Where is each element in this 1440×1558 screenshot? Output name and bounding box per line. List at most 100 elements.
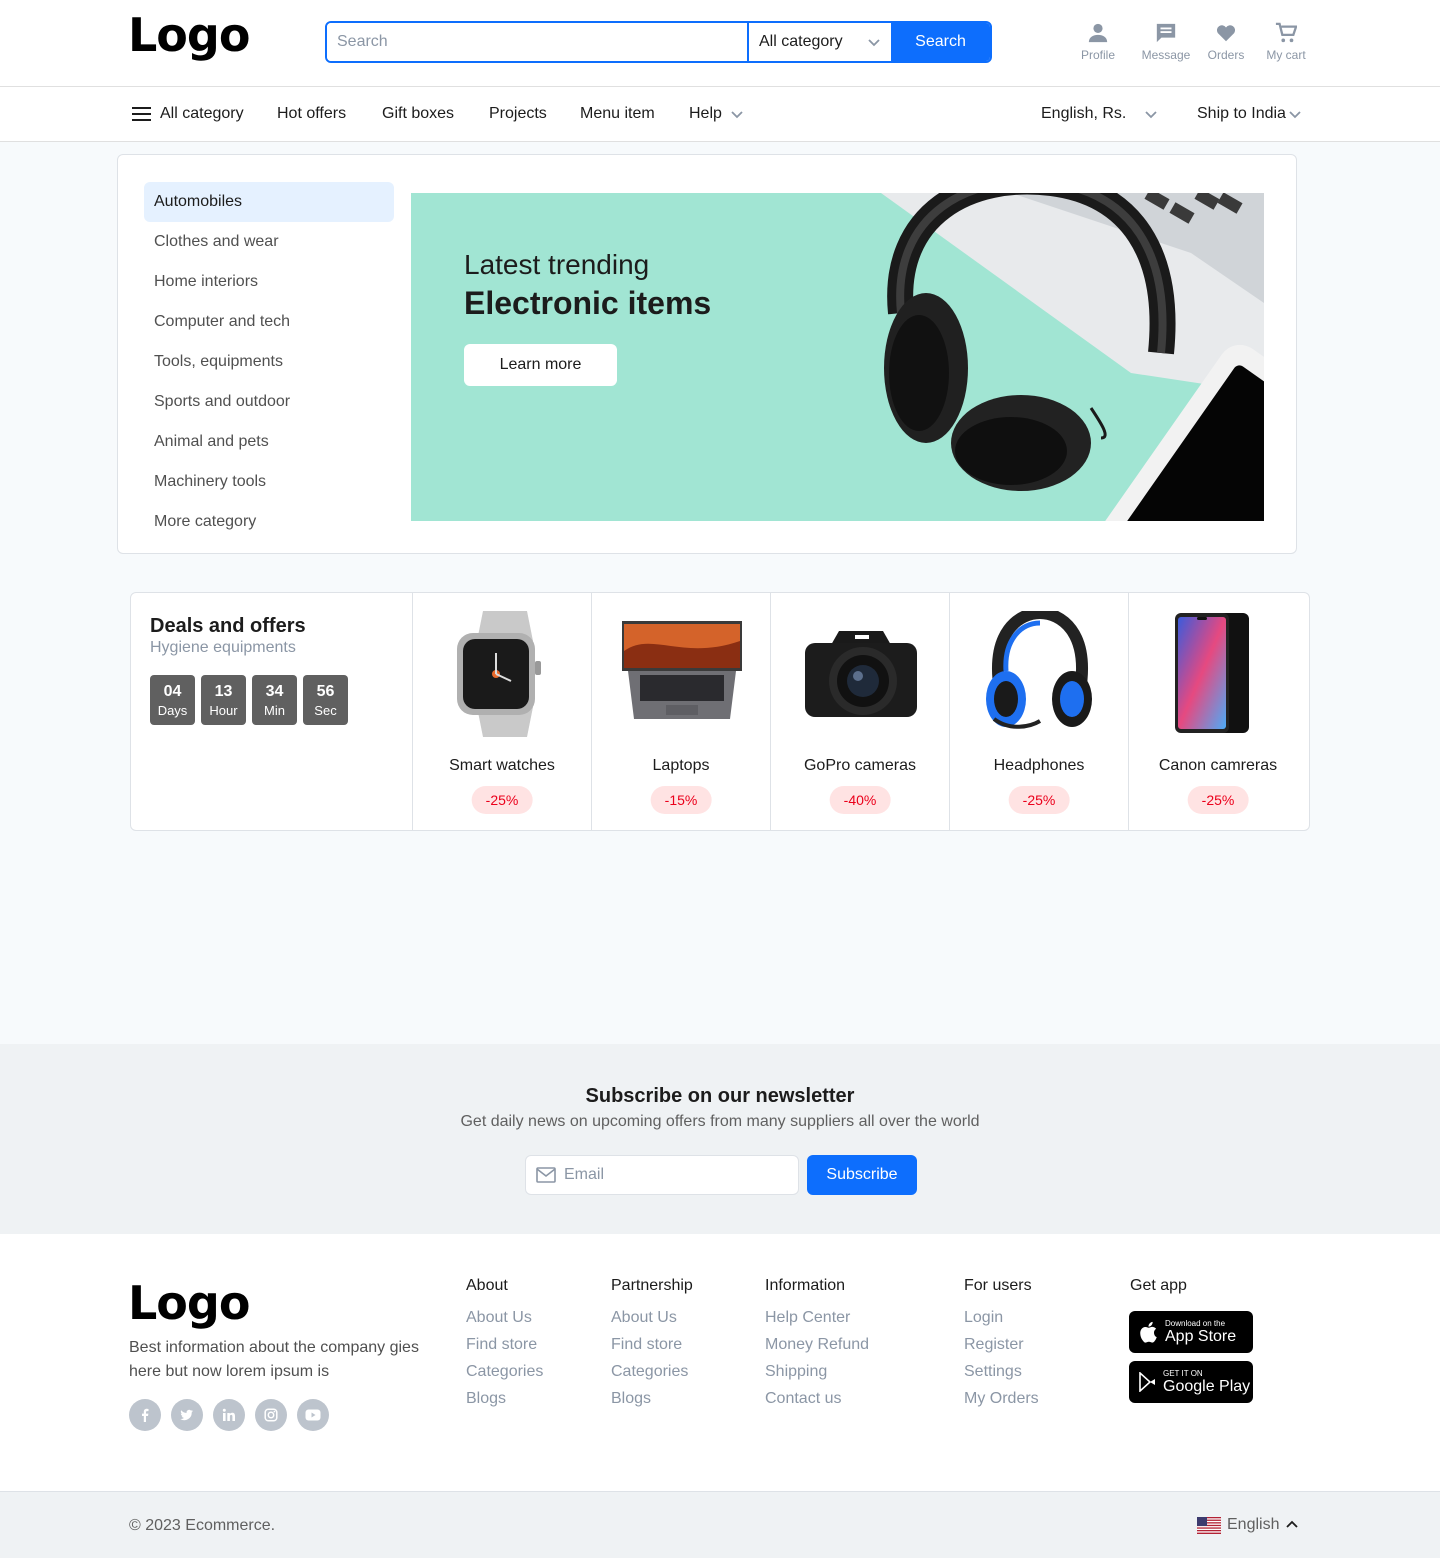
banner-title: Electronic items — [464, 285, 712, 321]
deal-item-name: Headphones — [993, 757, 1085, 774]
deal-item[interactable]: Laptops -15% — [591, 593, 770, 830]
newsletter-section: Subscribe on our newsletter Get daily ne… — [0, 1044, 1440, 1234]
headphones-image — [986, 611, 1092, 729]
email-placeholder: Email — [564, 1166, 605, 1183]
footer-link[interactable]: Categories — [466, 1363, 543, 1390]
timer-label: Sec — [314, 703, 337, 718]
category-item[interactable]: Animal and pets — [144, 422, 394, 462]
smartwatch-image — [457, 611, 541, 737]
footer-column-information: Information Help Center Money Refund Shi… — [765, 1277, 869, 1417]
social-links — [129, 1399, 329, 1431]
youtube-icon[interactable] — [297, 1399, 329, 1431]
mail-icon — [536, 1167, 556, 1183]
logo[interactable]: Logo — [128, 8, 250, 62]
footer-link[interactable]: Register — [964, 1336, 1039, 1363]
ship-to-select[interactable]: Ship to India — [1197, 105, 1302, 123]
category-item[interactable]: More category — [144, 502, 394, 542]
category-item[interactable]: Tools, equipments — [144, 342, 394, 382]
nav-menu-item[interactable]: Menu item — [580, 105, 655, 123]
twitter-icon[interactable] — [171, 1399, 203, 1431]
orders-link[interactable]: Orders — [1206, 22, 1246, 62]
app-store-small-label: Download on the — [1165, 1318, 1226, 1328]
deal-item-name: Smart watches — [449, 757, 555, 774]
deals-title: Deals and offers — [150, 615, 306, 637]
footer-link[interactable]: Money Refund — [765, 1336, 869, 1363]
search-input[interactable] — [327, 23, 747, 61]
apple-icon — [1140, 1321, 1157, 1343]
footer-column-title: Get app — [1130, 1277, 1187, 1294]
footer-link[interactable]: Login — [964, 1309, 1039, 1336]
linkedin-icon[interactable] — [213, 1399, 245, 1431]
chevron-up-icon — [1286, 1520, 1299, 1528]
profile-link[interactable]: Profile — [1078, 22, 1118, 62]
footer-link[interactable]: Find store — [466, 1336, 543, 1363]
footer-link[interactable]: Find store — [611, 1336, 693, 1363]
banner-subtitle: Latest trending — [464, 249, 650, 280]
category-item[interactable]: Clothes and wear — [144, 222, 394, 262]
deals-section: Deals and offers Hygiene equipments 04 Da… — [130, 592, 1310, 831]
language-select[interactable]: English — [1197, 1516, 1299, 1534]
footer-link[interactable]: About Us — [611, 1309, 693, 1336]
timer-label: Days — [157, 703, 188, 718]
camera-image — [805, 631, 917, 717]
app-store-button[interactable]: Download on the App Store — [1129, 1311, 1253, 1353]
language-currency-label: English, Rs. — [1041, 105, 1127, 122]
footer-link[interactable]: My Orders — [964, 1390, 1039, 1417]
footer-logo[interactable]: Logo — [128, 1276, 250, 1330]
hero-section: Automobiles Clothes and wear Home interi… — [117, 154, 1297, 554]
google-play-button[interactable]: GET IT ON Google Play — [1129, 1361, 1253, 1403]
nav-projects[interactable]: Projects — [489, 105, 547, 123]
category-item[interactable]: Sports and outdoor — [144, 382, 394, 422]
language-currency-select[interactable]: English, Rs. — [1041, 105, 1158, 123]
footer-column-title: Partnership — [611, 1277, 693, 1294]
footer-link[interactable]: Blogs — [466, 1390, 543, 1417]
discount-badge: -25% — [1008, 786, 1070, 814]
email-field[interactable]: Email — [525, 1155, 799, 1195]
search-bar: All category Search — [325, 21, 992, 63]
category-item[interactable]: Home interiors — [144, 262, 394, 302]
chevron-down-icon — [731, 111, 743, 119]
category-item[interactable]: Automobiles — [144, 182, 394, 222]
discount-badge: -40% — [829, 786, 891, 814]
us-flag-icon — [1197, 1516, 1221, 1534]
google-play-icon — [1139, 1372, 1155, 1392]
nav-help[interactable]: Help — [689, 105, 744, 123]
timer-value: 56 — [316, 683, 335, 700]
deal-item[interactable]: Canon camreras -25% — [1128, 593, 1307, 830]
deal-item[interactable]: Smart watches -25% — [412, 593, 591, 830]
timer-days: 04 Days — [150, 675, 195, 725]
footer-link[interactable]: About Us — [466, 1309, 543, 1336]
app-store-text: Download on the App Store — [1165, 1319, 1236, 1346]
footer-link[interactable]: Blogs — [611, 1390, 693, 1417]
discount-badge: -25% — [1187, 786, 1249, 814]
footer-column-partnership: Partnership About Us Find store Categori… — [611, 1277, 693, 1417]
footer-link[interactable]: Help Center — [765, 1309, 869, 1336]
subscribe-button[interactable]: Subscribe — [807, 1155, 917, 1195]
app-store-big-label: App Store — [1165, 1327, 1237, 1345]
instagram-icon[interactable] — [255, 1399, 287, 1431]
category-item[interactable]: Machinery tools — [144, 462, 394, 502]
footer-link[interactable]: Settings — [964, 1363, 1039, 1390]
facebook-icon[interactable] — [129, 1399, 161, 1431]
deal-item-name: Laptops — [652, 757, 710, 774]
search-button[interactable]: Search — [891, 23, 990, 61]
footer-link[interactable]: Categories — [611, 1363, 693, 1390]
message-link[interactable]: Message — [1140, 22, 1192, 62]
footer-column-title: Information — [765, 1277, 846, 1294]
message-icon — [1156, 23, 1176, 43]
cart-link[interactable]: My cart — [1263, 22, 1309, 62]
footer-link[interactable]: Shipping — [765, 1363, 869, 1390]
footer-link[interactable]: Contact us — [765, 1390, 869, 1417]
nav-hot-offers[interactable]: Hot offers — [277, 105, 346, 123]
category-item[interactable]: Computer and tech — [144, 302, 394, 342]
timer-minutes: 34 Min — [252, 675, 297, 725]
deal-item[interactable]: GoPro cameras -40% — [770, 593, 949, 830]
smartphone-image — [1175, 613, 1249, 733]
footer-column-for-users: For users Login Register Settings My Ord… — [964, 1277, 1039, 1417]
deal-item[interactable]: Headphones -25% — [949, 593, 1128, 830]
search-category-select[interactable]: All category — [747, 23, 891, 61]
learn-more-button[interactable]: Learn more — [464, 344, 617, 386]
nav-all-category[interactable]: All category — [132, 105, 244, 123]
discount-badge: -15% — [650, 786, 712, 814]
nav-gift-boxes[interactable]: Gift boxes — [382, 105, 454, 123]
